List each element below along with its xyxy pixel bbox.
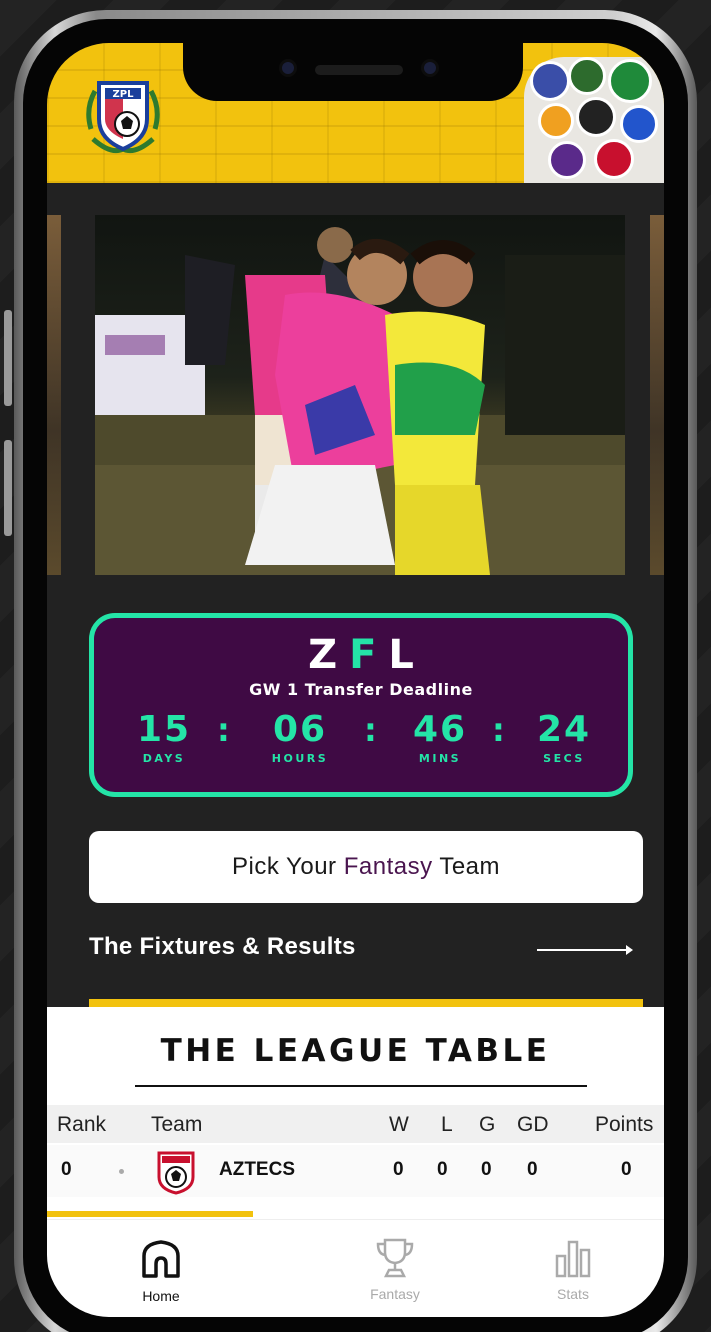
days-value: 15 [136,709,192,750]
brand-letter: Z [308,632,350,678]
brand-letter: L [388,632,426,678]
nav-fantasy-label: Fantasy [370,1286,420,1302]
carousel-prev-slide[interactable] [47,215,61,575]
photo-carousel[interactable] [47,215,664,575]
row-gd: 0 [527,1159,538,1180]
pick-label-start: Pick Your [231,853,344,880]
club-badge [620,105,658,143]
nav-home[interactable]: Home [101,1236,221,1304]
days-label: DAYS [142,752,186,765]
col-gd: GD [517,1113,549,1136]
pick-fantasy-team-button[interactable]: Pick Your Fantasy Team [89,831,643,903]
col-g: G [479,1113,496,1136]
table-row[interactable]: 0 AZTECS 0 0 0 0 0 [47,1145,664,1197]
countdown-days: 15 DAYS [104,709,224,766]
row-divider-dot [119,1169,124,1174]
secs-value: 24 [536,709,592,750]
aztecs-badge-icon [157,1151,195,1195]
app-screen: ZPL ZFL GW 1 Transfer Deadline 15 DAYS:… [47,43,664,1317]
pick-label-highlight: Fantasy [343,853,433,880]
fixtures-label: The Fixtures & Results [89,933,356,960]
club-badge [548,141,586,179]
countdown-hours: 06 HOURS [240,709,360,766]
phone-frame: ZPL ZFL GW 1 Transfer Deadline 15 DAYS:… [14,10,697,1332]
row-g: 0 [481,1159,492,1180]
col-w: W [389,1113,409,1136]
club-badge [568,57,606,95]
row-l: 0 [437,1159,448,1180]
row-w: 0 [393,1159,404,1180]
row-team: AZTECS [219,1159,295,1180]
deadline-label: GW 1 Transfer Deadline [249,680,473,699]
phone-bezel: ZPL ZFL GW 1 Transfer Deadline 15 DAYS:… [23,19,688,1332]
row-rank: 0 [61,1159,72,1180]
countdown-separator: : [492,711,505,749]
pick-label-end: Team [432,853,501,880]
hours-value: 06 [272,709,328,750]
col-points: Points [595,1113,654,1136]
transfer-deadline-countdown: ZFL GW 1 Transfer Deadline 15 DAYS : 06 … [89,613,633,797]
app-header: ZPL [47,43,664,183]
carousel-next-slide[interactable] [650,215,664,575]
trophy-icon [376,1238,414,1278]
nav-home-label: Home [142,1288,180,1304]
phone-notch [183,43,523,101]
club-badge [576,97,616,137]
countdown-timer: 15 DAYS : 06 HOURS : 46 MINS : 24 SECS [94,710,628,780]
table-scroll-indicator [47,1211,253,1217]
club-badge [594,139,634,179]
fixtures-results-link[interactable]: The Fixtures & Results [89,933,643,969]
brand-letter: F [349,632,389,678]
countdown-separator: : [217,711,230,749]
bottom-navigation: Home Fantasy Stats [47,1219,664,1317]
zfl-brand: ZFL [94,632,628,678]
league-table: THE LEAGUE TABLE Rank Team W L G GD Poin… [47,1007,664,1237]
hours-label: HOURS [271,752,329,765]
sensor-icon [421,59,439,77]
title-underline [135,1085,587,1087]
players-celebrating-image [95,227,625,575]
club-badge [538,103,574,139]
camera-icon [279,59,297,77]
col-team: Team [151,1113,203,1136]
row-points: 0 [621,1159,632,1180]
nav-stats-label: Stats [557,1286,589,1302]
speaker-grille [315,65,403,75]
countdown-secs: 24 SECS [504,709,624,766]
phone-volume-down-button [4,440,12,536]
nav-fantasy[interactable]: Fantasy [335,1236,455,1302]
home-icon [142,1240,180,1278]
arrow-right-icon [537,945,633,955]
nav-stats[interactable]: Stats [513,1236,633,1302]
club-badge [530,61,570,101]
secs-label: SECS [543,752,585,765]
club-badge [608,59,652,103]
league-table-title: THE LEAGUE TABLE [160,1033,551,1069]
countdown-mins: 46 MINS [380,709,500,766]
col-l: L [441,1113,453,1136]
zpl-logo[interactable]: ZPL [81,69,165,159]
countdown-separator: : [364,711,377,749]
bar-chart-icon [555,1240,591,1278]
mins-label: MINS [418,752,462,765]
col-rank: Rank [57,1113,107,1136]
carousel-photo [95,215,625,575]
mins-value: 46 [412,709,468,750]
phone-volume-up-button [4,310,12,406]
table-header: Rank Team W L G GD Points [47,1105,664,1143]
club-badges-collage [524,57,664,183]
logo-text: ZPL [113,89,135,100]
